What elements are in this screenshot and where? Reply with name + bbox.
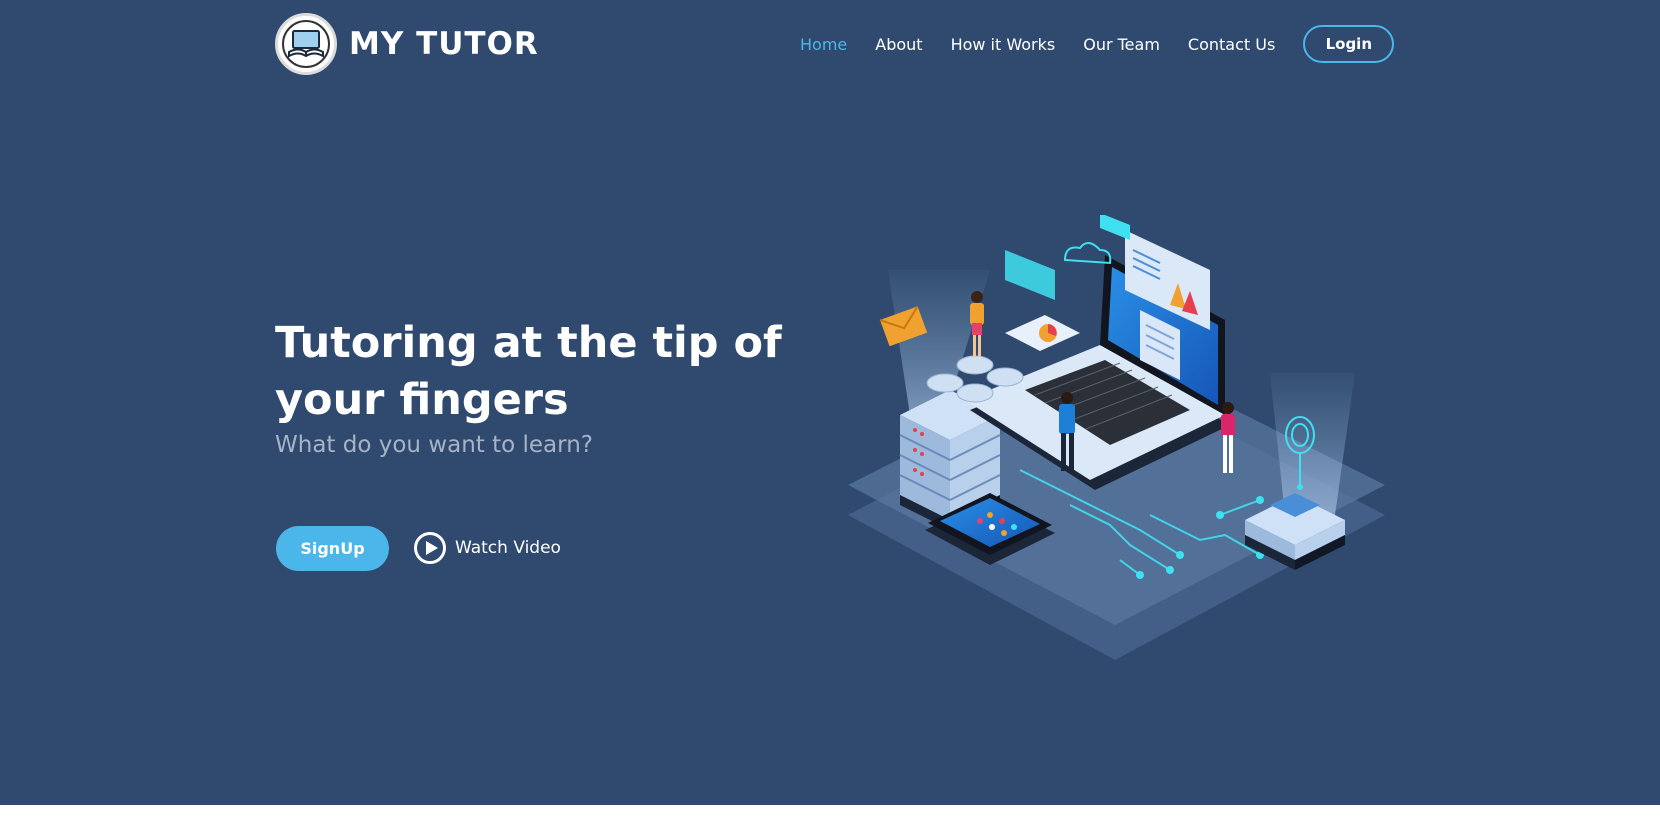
hero-title: Tutoring at the tip of your fingers	[275, 318, 782, 425]
nav-item-home[interactable]: Home	[800, 35, 847, 54]
online-learning-illustration	[848, 215, 1385, 660]
site-header: MY TUTOR Home About How it Works Our Tea…	[0, 0, 1660, 88]
page-bottom-strip	[0, 805, 1660, 817]
hero-subtitle: What do you want to learn?	[275, 432, 593, 458]
nav-item-contact-us[interactable]: Contact Us	[1188, 35, 1275, 54]
watch-video-label: Watch Video	[455, 538, 561, 558]
nav-item-our-team[interactable]: Our Team	[1083, 35, 1160, 54]
nav-item-how-it-works[interactable]: How it Works	[951, 35, 1056, 54]
nav-item-about[interactable]: About	[875, 35, 922, 54]
login-button[interactable]: Login	[1303, 25, 1395, 63]
signup-button[interactable]: SignUp	[276, 526, 389, 571]
main-nav: Home About How it Works Our Team Contact…	[800, 24, 1395, 64]
brand-logo[interactable]: MY TUTOR	[275, 13, 539, 75]
brand-name: MY TUTOR	[349, 26, 539, 62]
logo-icon	[275, 13, 337, 75]
play-circle-icon	[414, 532, 446, 564]
watch-video-button[interactable]: Watch Video	[413, 531, 561, 565]
